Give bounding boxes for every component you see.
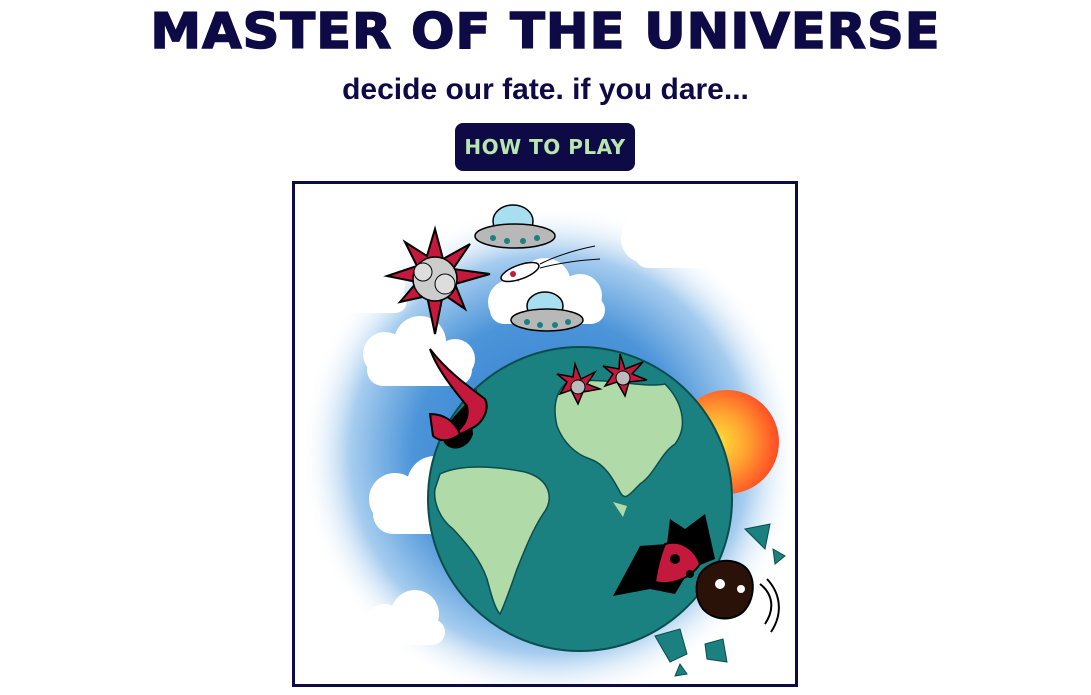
game-board[interactable] [292, 181, 798, 687]
page-title: MASTER OF THE UNIVERSE [150, 2, 941, 61]
universe-illustration [300, 196, 795, 684]
how-to-play-button[interactable]: HOW TO PLAY [455, 123, 635, 171]
cloud [337, 264, 407, 313]
page: MASTER OF THE UNIVERSE decide our fate. … [0, 0, 1091, 695]
page-subtitle: decide our fate. if you dare... [342, 73, 749, 106]
cloud [621, 196, 765, 274]
